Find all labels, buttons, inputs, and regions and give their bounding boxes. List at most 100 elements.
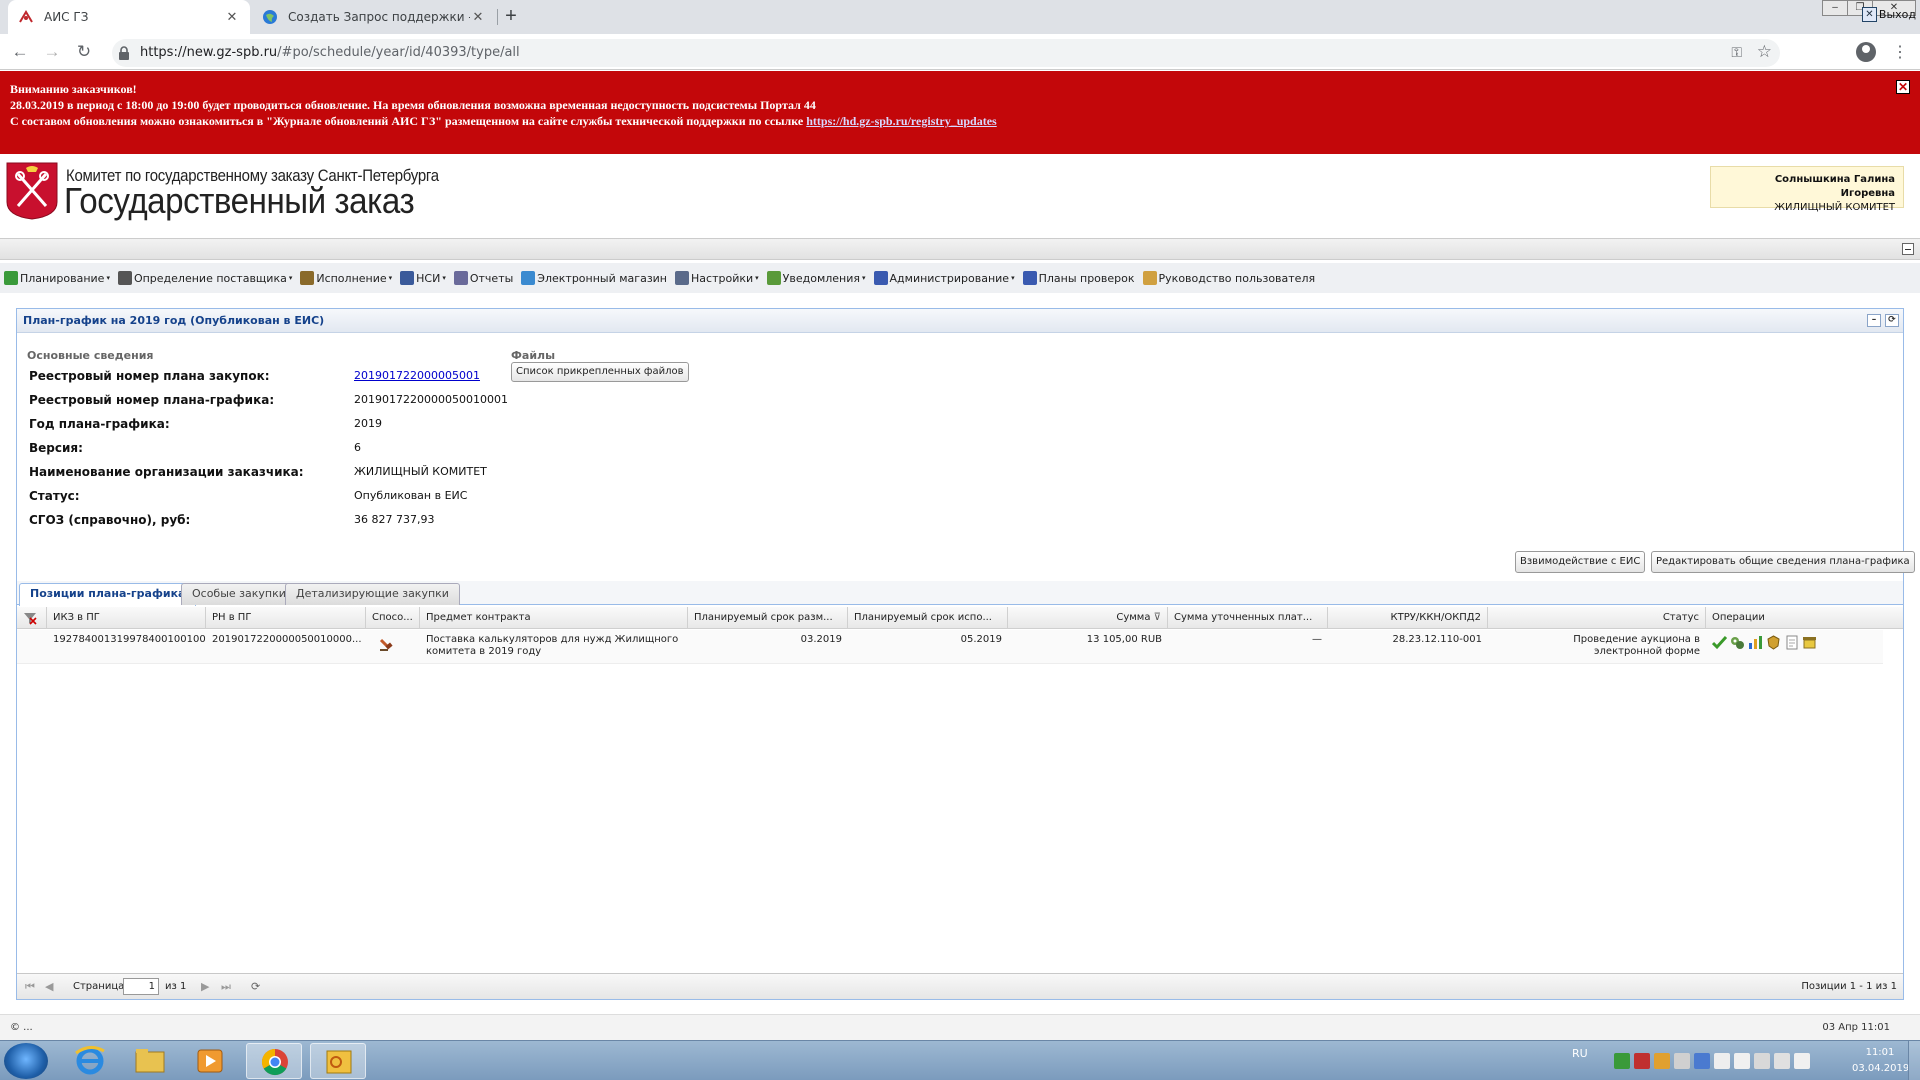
menu-item-4[interactable]: Отчеты (453, 271, 513, 285)
menu-item-8[interactable]: Администрирование ▾ (873, 271, 1015, 285)
col-ikz[interactable]: ИКЗ в ПГ (47, 607, 206, 629)
info-label: Год плана-графика: (29, 417, 170, 431)
menu-item-1[interactable]: Определение поставщика ▾ (117, 271, 292, 285)
site-header: Комитет по государственному заказу Санкт… (0, 154, 1920, 238)
forward-arrow-icon[interactable]: → (42, 42, 62, 62)
tab-detailing-purchases[interactable]: Детализирующие закупки (285, 583, 460, 605)
tray-volume-icon[interactable] (1794, 1053, 1810, 1069)
menu-item-label: НСИ (416, 271, 441, 285)
bookmark-star-icon[interactable]: ☆ (1757, 42, 1772, 62)
taskbar-clock[interactable]: 11:01 03.04.2019 (1852, 1045, 1909, 1077)
chart-icon[interactable] (1748, 635, 1763, 650)
menu-item-label: Администрирование (889, 271, 1010, 285)
exit-button[interactable]: ✕ Выход (1861, 7, 1916, 22)
registry-updates-link[interactable]: https://hd.gz-spb.ru/registry_updates (806, 114, 996, 128)
col-method[interactable]: Спосо... (366, 607, 420, 629)
tray-device-icon[interactable] (1714, 1053, 1730, 1069)
first-page-icon[interactable]: ⏮ (25, 980, 35, 994)
col-status[interactable]: Статус (1488, 607, 1706, 629)
panel-refresh-icon[interactable]: ⟳ (1885, 314, 1899, 327)
col-date-exec[interactable]: Планируемый срок испо... (848, 607, 1008, 629)
cell-ktru: 28.23.12.110-001 (1392, 634, 1483, 645)
outlook-icon[interactable] (310, 1043, 366, 1079)
col-subject[interactable]: Предмет контракта (420, 607, 688, 629)
chevron-down-icon: ▾ (388, 274, 393, 282)
back-arrow-icon[interactable]: ← (10, 42, 30, 62)
ie-icon[interactable] (62, 1043, 118, 1079)
document-icon[interactable] (1784, 635, 1799, 650)
explorer-folder-icon[interactable] (122, 1043, 178, 1079)
close-tab-icon[interactable]: ✕ (470, 10, 486, 25)
tray-app-icon[interactable] (1654, 1053, 1670, 1069)
hammer-icon (372, 636, 402, 656)
emblem-icon[interactable] (1766, 635, 1781, 650)
menu-item-7[interactable]: Уведомления ▾ (766, 271, 866, 285)
col-sum-refined[interactable]: Сумма уточненных плат... (1168, 607, 1328, 629)
info-row: Наименование организации заказчика: ЖИЛИЩ… (29, 465, 829, 481)
menu-icon (766, 271, 781, 285)
site-title: Государственный заказ (64, 180, 415, 221)
menu-item-6[interactable]: Настройки ▾ (675, 271, 759, 285)
archive-icon[interactable] (1802, 635, 1817, 650)
tab-plan-positions[interactable]: Позиции плана-графика (19, 583, 197, 606)
refresh-icon[interactable]: ⟳ (251, 980, 260, 993)
col-sum[interactable]: Сумма ⊽ (1008, 607, 1168, 629)
new-tab-button[interactable]: + (498, 4, 524, 30)
browser-menu-icon[interactable]: ⋮ (1892, 42, 1908, 62)
menu-item-label: Руководство пользователя (1158, 271, 1316, 285)
col-date-place[interactable]: Планируемый срок разм... (688, 607, 848, 629)
panel-collapse-icon[interactable]: – (1867, 314, 1881, 327)
chrome-icon[interactable] (246, 1043, 302, 1079)
menu-icon (1022, 271, 1037, 285)
edit-general-info-button[interactable]: Редактировать общие сведения плана-графи… (1651, 551, 1915, 573)
next-page-icon[interactable]: ▶ (201, 980, 209, 993)
language-indicator[interactable]: RU (1572, 1047, 1588, 1060)
address-bar[interactable]: https://new.gz-spb.ru/#po/schedule/year/… (112, 39, 1780, 67)
menu-item-label: Планы проверок (1038, 271, 1135, 285)
media-player-icon[interactable] (182, 1043, 238, 1079)
menu-item-2[interactable]: Исполнение ▾ (300, 271, 392, 285)
minimize-button[interactable]: – (1822, 0, 1848, 16)
settings-gears-icon[interactable] (1730, 635, 1745, 650)
col-ktru[interactable]: КТРУ/ККН/ОКПД2 (1328, 607, 1488, 629)
chevron-down-icon: ▾ (442, 274, 446, 282)
last-page-icon[interactable]: ⏭ (221, 980, 231, 994)
menu-item-5[interactable]: Электронный магазин (521, 271, 667, 285)
tab-special-purchases[interactable]: Особые закупки (181, 583, 297, 605)
prev-page-icon[interactable]: ◀ (45, 980, 53, 993)
tray-keyboard-icon[interactable] (1674, 1053, 1690, 1069)
menu-item-9[interactable]: Планы проверок (1022, 271, 1135, 285)
tray-shield-icon[interactable] (1614, 1053, 1630, 1069)
menu-item-10[interactable]: Руководство пользователя (1142, 271, 1316, 285)
alert-close-icon[interactable]: ✕ (1896, 80, 1910, 94)
start-button[interactable] (4, 1043, 48, 1079)
col-rn[interactable]: РН в ПГ (206, 607, 366, 629)
tray-antivirus-icon[interactable] (1634, 1053, 1650, 1069)
panel-header: План-график на 2019 год (Опубликован в Е… (17, 309, 1903, 333)
tray-flag-icon[interactable] (1734, 1053, 1750, 1069)
tray-monitor-icon[interactable] (1754, 1053, 1770, 1069)
show-desktop-button[interactable] (1908, 1041, 1920, 1080)
copyright: © ... (10, 1022, 33, 1033)
plan-registry-link[interactable]: 201901722000005001 (354, 369, 480, 382)
profile-avatar-icon[interactable] (1856, 42, 1876, 62)
table-row[interactable]: 192784001319978400100100... 201901722000… (17, 630, 1883, 664)
alert-title: Вниманию заказчиков! (10, 82, 137, 96)
page-number-input[interactable]: 1 (123, 978, 159, 995)
cell-sum: 13 105,00 RUB (1086, 634, 1162, 645)
key-icon[interactable]: ⚿ (1731, 44, 1742, 61)
collapse-header-button[interactable] (1902, 243, 1914, 255)
approve-icon[interactable] (1711, 635, 1728, 650)
cell-sum-refined: — (1312, 634, 1322, 645)
browser-tab-ais-gz[interactable]: АИС ГЗ ✕ (8, 0, 250, 34)
clear-filter-icon[interactable] (17, 607, 47, 629)
close-tab-icon[interactable]: ✕ (224, 10, 240, 25)
tray-network-icon[interactable] (1694, 1053, 1710, 1069)
browser-tab-support[interactable]: Создать Запрос поддержки - АИС ✕ (252, 0, 496, 34)
eis-interaction-button[interactable]: Взвимодействие с ЕИС (1515, 551, 1646, 573)
chevron-down-icon: ▾ (862, 274, 866, 282)
menu-item-3[interactable]: НСИ ▾ (400, 271, 446, 285)
tray-display-icon[interactable] (1774, 1053, 1790, 1069)
reload-icon[interactable]: ↻ (74, 42, 94, 62)
menu-item-0[interactable]: Планирование ▾ (4, 271, 110, 285)
